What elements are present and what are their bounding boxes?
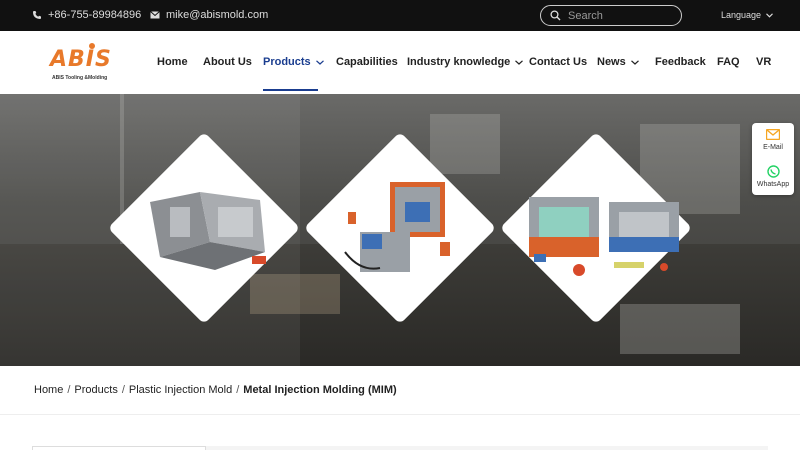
nav-industry-knowledge-label: Industry knowledge	[407, 56, 511, 68]
nav-news-label: News	[597, 56, 626, 68]
breadcrumb-separator: /	[67, 384, 71, 396]
language-selector[interactable]: Language	[721, 10, 773, 20]
main-nav: Home About Us Products Capabilities Indu…	[0, 31, 800, 94]
mold-image-2	[344, 182, 450, 272]
nav-contact-us[interactable]: Contact Us	[529, 56, 587, 68]
nav-news[interactable]: News	[597, 56, 639, 68]
email-contact[interactable]: mike@abismold.com	[150, 9, 268, 21]
nav-contact-us-label: Contact Us	[529, 56, 588, 68]
chevron-down-icon	[630, 59, 639, 65]
site-header: ABIS ABIS Tooling &Molding Home About Us…	[0, 31, 800, 94]
nav-feedback-label: Feedback	[655, 56, 706, 68]
nav-active-underline	[263, 89, 318, 91]
phone-contact[interactable]: +86-755-89984896	[32, 9, 141, 21]
nav-products-label: Products	[263, 56, 311, 68]
mold-image-1	[150, 192, 266, 270]
hero-banner	[0, 94, 800, 366]
nav-products[interactable]: Products	[263, 56, 324, 68]
search-input[interactable]	[568, 9, 673, 22]
whatsapp-icon	[766, 165, 780, 178]
side-whatsapp-button[interactable]: WhatsApp	[752, 165, 794, 188]
content-panel-top	[206, 446, 768, 450]
banner-box	[250, 274, 340, 314]
nav-home[interactable]: Home	[157, 56, 188, 68]
chevron-down-icon	[766, 12, 773, 18]
breadcrumb-current: Metal Injection Molding (MIM)	[243, 384, 397, 396]
nav-home-label: Home	[157, 56, 188, 68]
nav-faq[interactable]: FAQ	[717, 56, 740, 68]
breadcrumb-products[interactable]: Products	[74, 384, 117, 396]
chevron-down-icon	[515, 59, 524, 65]
phone-number: +86-755-89984896	[48, 9, 142, 21]
nav-feedback[interactable]: Feedback	[655, 56, 706, 68]
nav-faq-label: FAQ	[717, 56, 740, 68]
nav-capabilities[interactable]: Capabilities	[336, 56, 398, 68]
top-bar: +86-755-89984896 mike@abismold.com Langu…	[0, 0, 800, 31]
nav-vr[interactable]: VR	[756, 56, 771, 68]
email-address: mike@abismold.com	[166, 9, 269, 21]
sidebar-panel-top	[32, 446, 206, 450]
mold-image-3	[529, 197, 679, 276]
phone-icon	[33, 11, 41, 19]
language-label: Language	[721, 10, 762, 20]
envelope-icon	[150, 11, 160, 19]
side-email-label: E-Mail	[763, 144, 783, 151]
breadcrumb-home[interactable]: Home	[34, 384, 63, 396]
chevron-down-icon	[315, 59, 324, 65]
breadcrumb-plastic-injection-mold[interactable]: Plastic Injection Mold	[129, 384, 232, 396]
nav-industry-knowledge[interactable]: Industry knowledge	[407, 56, 524, 68]
side-email-button[interactable]: E-Mail	[752, 129, 794, 151]
section-divider	[0, 414, 800, 415]
search-box[interactable]	[540, 5, 682, 26]
search-icon[interactable]	[550, 10, 561, 21]
banner-desk	[620, 304, 740, 354]
breadcrumb: Home / Products / Plastic Injection Mold…	[34, 384, 397, 396]
nav-capabilities-label: Capabilities	[336, 56, 398, 68]
side-whatsapp-label: WhatsApp	[756, 181, 790, 188]
nav-about-us[interactable]: About Us	[203, 56, 252, 68]
nav-about-us-label: About Us	[203, 56, 252, 68]
side-contact-widget: E-Mail WhatsApp	[752, 123, 794, 195]
email-icon	[766, 129, 780, 140]
breadcrumb-separator: /	[121, 384, 125, 396]
banner-machine	[430, 114, 500, 174]
nav-vr-label: VR	[756, 56, 772, 68]
breadcrumb-separator: /	[236, 384, 240, 396]
